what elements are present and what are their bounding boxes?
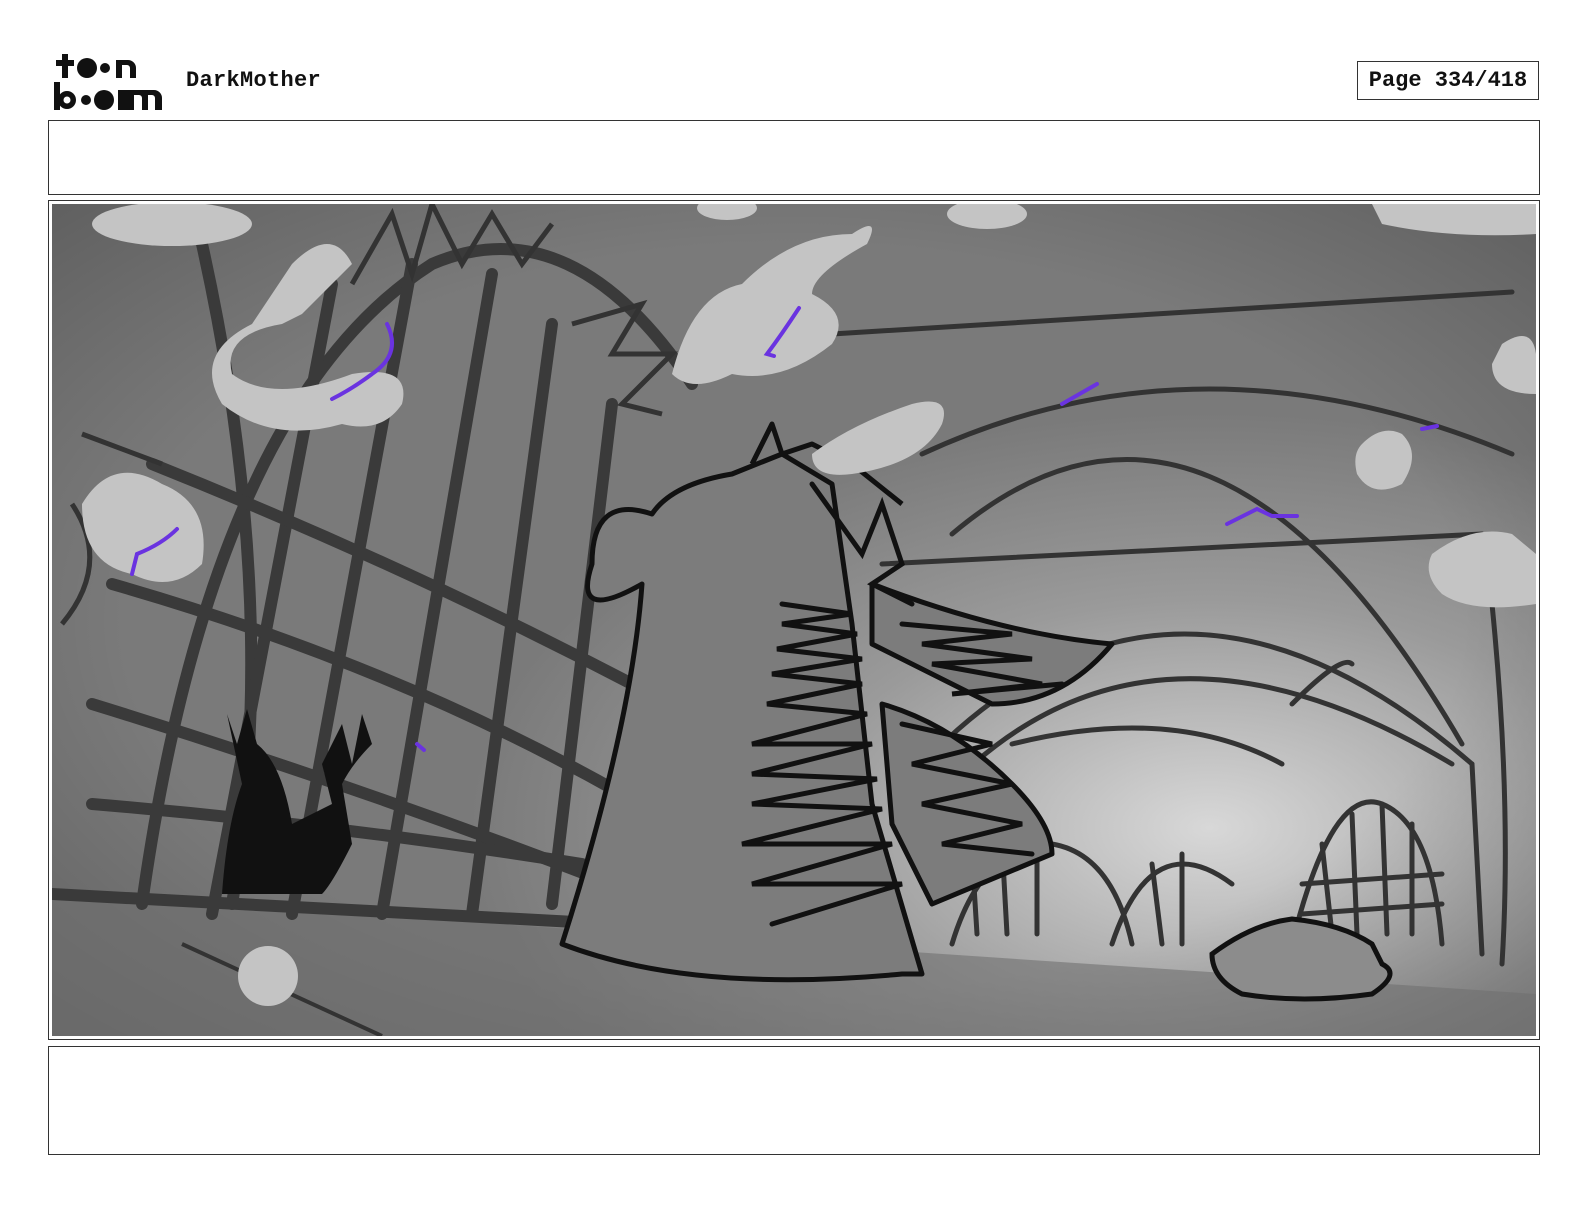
action-notes-box	[48, 120, 1540, 195]
storyboard-panel-image	[52, 204, 1536, 1036]
toon-boom-logo	[54, 54, 162, 110]
project-title: DarkMother	[186, 68, 322, 93]
page-number: Page 334/418	[1357, 61, 1539, 100]
dialogue-notes-box	[48, 1046, 1540, 1155]
